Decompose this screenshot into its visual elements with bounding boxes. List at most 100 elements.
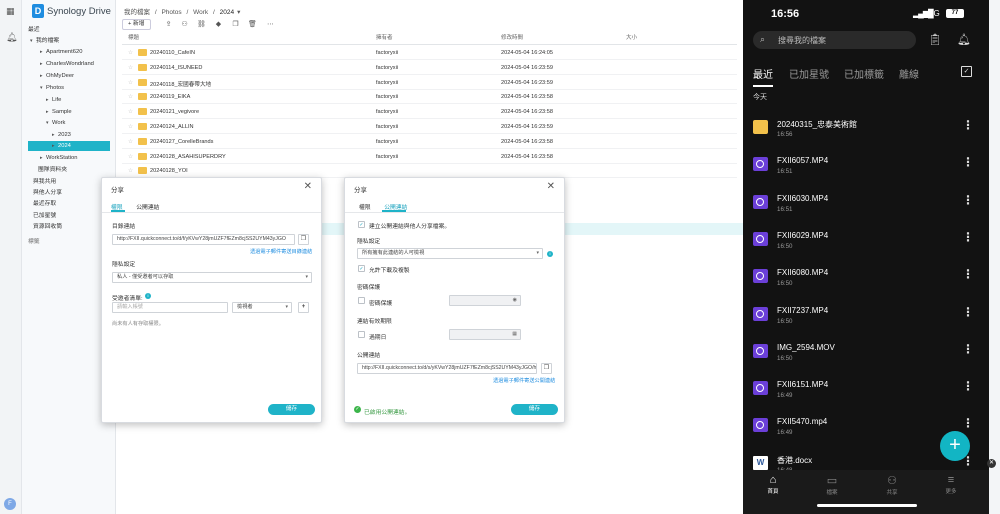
privacy-select[interactable]: 私人 - 僅受邀者可以存取 ▾ <box>112 272 312 283</box>
copy-icon[interactable]: ❐ <box>298 234 309 245</box>
password-checkbox[interactable] <box>358 297 365 304</box>
file-list-item[interactable]: FXII6057.MP4 16:51 ⋮ <box>743 148 989 185</box>
tab-tagged[interactable]: 已加標籤 <box>844 66 884 81</box>
star-icon[interactable]: ☆ <box>128 80 133 86</box>
link-icon[interactable]: ⛓ <box>197 20 206 29</box>
sidebar-item-trash[interactable]: 資源回收筒 <box>33 222 62 232</box>
more-options-icon[interactable]: ⋮ <box>962 193 974 207</box>
star-icon[interactable]: ☆ <box>128 154 133 160</box>
table-row[interactable]: ☆ 20240124_ALLIN factoryxii 2024-05-04 16:2… <box>122 120 737 134</box>
role-select[interactable]: 檢視者 ▾ <box>232 302 292 313</box>
tab-starred[interactable]: 已加星號 <box>789 66 829 81</box>
more-options-icon[interactable]: ⋮ <box>962 267 974 281</box>
breadcrumb-photos[interactable]: Photos <box>161 9 181 16</box>
column-header-owner[interactable]: 擁有者 <box>376 33 393 43</box>
file-list-item[interactable]: FXII7237.MP4 16:50 ⋮ <box>743 298 989 335</box>
add-user-icon[interactable]: ⚇ <box>180 20 189 29</box>
invitee-input[interactable]: 請輸入帳號 <box>112 302 228 313</box>
more-icon[interactable]: ⋯ <box>266 20 275 29</box>
sidebar-item-team-folder[interactable]: 團隊資料夾 <box>38 165 67 175</box>
tab-recent[interactable]: 最近 <box>753 66 773 81</box>
sidebar-item-workstation[interactable]: ▸ WorkStation <box>40 153 77 163</box>
table-row[interactable]: ☆ 20240119_EIKA factoryxii 2024-05-04 16:23… <box>122 90 737 105</box>
column-header-modified[interactable]: 修改時間 <box>501 33 523 43</box>
eye-icon[interactable]: ◉ <box>513 296 517 305</box>
create-public-link-checkbox[interactable]: ✓ <box>358 221 365 228</box>
file-list-item[interactable]: IMG_2594.MOV 16:50 ⋮ <box>743 335 989 372</box>
calendar-icon[interactable]: ▦ <box>512 330 517 339</box>
save-button[interactable]: 儲存 <box>268 404 315 415</box>
nav-more[interactable]: ≡ 更多 <box>936 474 966 495</box>
sidebar-item-2023[interactable]: ▸ 2023 <box>52 130 71 140</box>
close-icon[interactable]: ✕ <box>547 181 555 192</box>
sidebar-item-recent-access[interactable]: 最近存取 <box>33 199 56 209</box>
more-options-icon[interactable]: ⋮ <box>962 379 974 393</box>
table-row[interactable]: ☆ 20240127_CorelleBrands factoryxii 2024-05… <box>122 135 737 149</box>
upload-icon[interactable]: ⇪ <box>164 20 173 29</box>
sidebar-item-life[interactable]: ▸ Life <box>46 95 61 105</box>
star-icon[interactable]: ☆ <box>128 94 133 100</box>
grid-icon[interactable]: ▦ <box>6 6 15 17</box>
delete-icon[interactable]: 🗑︎ <box>248 20 257 29</box>
star-icon[interactable]: ☆ <box>128 168 133 174</box>
file-list-item[interactable]: FXII6030.MP4 16:51 ⋮ <box>743 186 989 223</box>
more-options-icon[interactable]: ⋮ <box>962 416 974 430</box>
sidebar-item-starred[interactable]: 已加星號 <box>33 211 56 221</box>
breadcrumb-current[interactable]: 2024 <box>220 9 234 16</box>
close-icon[interactable]: ✕ <box>304 181 312 192</box>
search-bar[interactable]: ⌕ 搜尋我的檔案 <box>753 31 916 49</box>
tab-public-link[interactable]: 公開連結 <box>136 205 159 211</box>
allow-download-checkbox[interactable]: ✓ <box>358 265 365 272</box>
sidebar-item-sample[interactable]: ▸ Sample <box>46 107 72 117</box>
user-avatar[interactable]: F <box>4 498 16 510</box>
file-list-item[interactable]: FXII6080.MP4 16:50 ⋮ <box>743 260 989 297</box>
copy-icon[interactable]: ❐ <box>231 20 240 29</box>
star-icon[interactable]: ☆ <box>128 139 133 145</box>
tab-offline[interactable]: 離線 <box>899 66 919 81</box>
star-icon[interactable]: ☆ <box>128 50 133 56</box>
tab-permissions[interactable]: 權限 <box>359 205 371 211</box>
file-list-item[interactable]: FXII6029.MP4 16:50 ⋮ <box>743 223 989 260</box>
sidebar-item-my-files[interactable]: ▾ 我的檔案 <box>30 36 59 46</box>
sidebar-item-shared-with-me[interactable]: 與我共用 <box>33 177 56 187</box>
file-list-item[interactable]: 20240315_忠泰美術館 16:56 ⋮ <box>743 111 989 148</box>
expiry-checkbox[interactable] <box>358 331 365 338</box>
expiry-date-input[interactable]: ▦ <box>449 329 521 340</box>
sidebar-item-shared-with-others[interactable]: 與他人分享 <box>33 188 62 198</box>
save-button[interactable]: 儲存 <box>511 404 558 415</box>
tag-icon[interactable]: ◆ <box>214 20 223 29</box>
info-icon[interactable]: i <box>547 251 553 257</box>
copy-icon[interactable]: ❐ <box>541 363 552 374</box>
privacy-select[interactable]: 所有擁有此連結的人可檢視 ▾ <box>357 248 543 259</box>
sidebar-item-charles[interactable]: ▸ CharlesWondrland <box>40 59 94 69</box>
nav-home[interactable]: ⌂ 首頁 <box>758 474 788 495</box>
sidebar-item-photos[interactable]: ▾ Photos <box>40 83 64 93</box>
sidebar-item-2024[interactable]: ▸ 2024 <box>28 141 110 151</box>
sidebar-item-recent[interactable]: 最近 <box>28 25 40 35</box>
breadcrumb-my-files[interactable]: 我的檔案 <box>124 9 150 16</box>
table-row[interactable]: ☆ 20240118_宏國春帶大地 factoryxii 2024-05-04 16:… <box>122 76 737 90</box>
password-input[interactable]: ◉ <box>449 295 521 306</box>
add-invitee-button[interactable]: + <box>298 302 309 313</box>
sidebar-item-work[interactable]: ▾ Work <box>46 118 65 128</box>
add-fab-button[interactable]: + <box>940 431 970 461</box>
table-row[interactable]: ☆ 20240121_vegivore factoryxii 2024-05-04 1… <box>122 105 737 120</box>
email-public-link[interactable]: 透過電子郵件寄送公開連結 <box>493 377 555 384</box>
info-icon[interactable]: i <box>145 293 151 299</box>
caret-down-icon[interactable]: ▾ <box>237 9 240 16</box>
column-header-size[interactable]: 大小 <box>626 33 637 43</box>
nav-files[interactable]: ▭ 檔案 <box>817 474 847 496</box>
bell-icon[interactable]: 🔔︎ <box>957 33 971 46</box>
sidebar-item-ohmydeer[interactable]: ▸ OhMyDeer <box>40 71 74 81</box>
breadcrumb-work[interactable]: Work <box>193 9 208 16</box>
new-button[interactable]: + 新增 <box>122 19 151 30</box>
bell-icon[interactable]: 🔔︎ <box>6 32 17 43</box>
star-icon[interactable]: ☆ <box>128 65 133 71</box>
email-folder-link[interactable]: 透過電子郵件寄送目錄連結 <box>250 248 312 255</box>
more-options-icon[interactable]: ⋮ <box>962 118 974 132</box>
folder-link-field[interactable]: http://FXII.quickconnect.to/d/f/yKVwY28j… <box>112 234 295 245</box>
file-list-item[interactable]: FXII6151.MP4 16:49 ⋮ <box>743 372 989 409</box>
sidebar-item-apartment[interactable]: ▸ Apartment620 <box>40 47 82 57</box>
more-options-icon[interactable]: ⋮ <box>962 155 974 169</box>
more-options-icon[interactable]: ⋮ <box>962 305 974 319</box>
